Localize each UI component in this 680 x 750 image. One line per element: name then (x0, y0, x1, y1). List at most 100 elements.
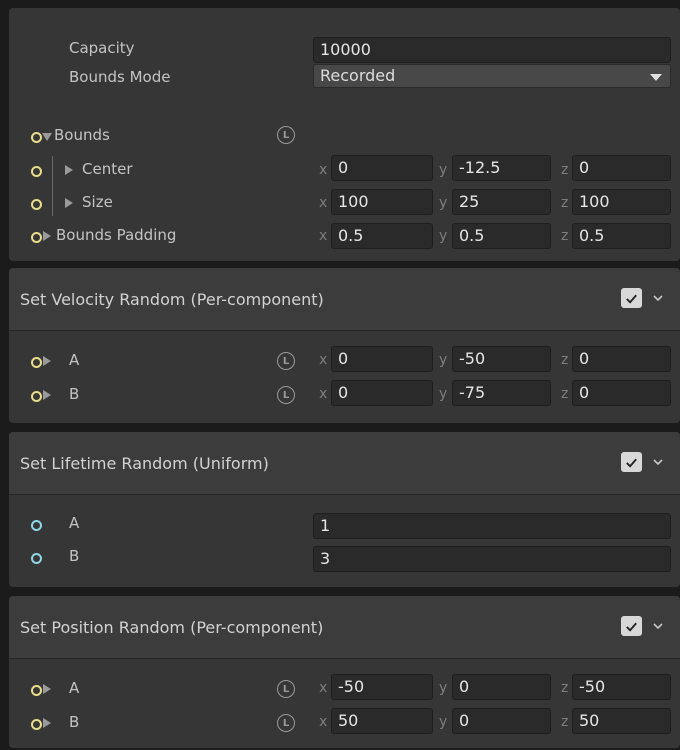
x-axis-label: x (319, 162, 328, 178)
velocity-b-x-field[interactable]: 0 (331, 380, 433, 406)
position-a-label: A (69, 679, 80, 697)
z-axis-label: z (561, 714, 569, 730)
port-icon[interactable] (31, 520, 42, 531)
capacity-input[interactable]: 10000 (313, 37, 671, 63)
expand-right-icon[interactable] (43, 718, 51, 728)
y-axis-label: y (439, 714, 448, 730)
expand-down-icon[interactable] (42, 133, 52, 141)
velocity-block-header[interactable]: Set Velocity Random (Per-component) (9, 268, 680, 331)
position-a-x-field[interactable]: -50 (331, 674, 433, 700)
lifetime-b-field[interactable]: 3 (313, 546, 671, 572)
y-axis-label: y (439, 386, 448, 402)
x-axis-label: x (319, 714, 328, 730)
center-x-field[interactable]: 0 (331, 155, 433, 181)
lock-icon[interactable]: L (277, 714, 295, 732)
lock-icon[interactable]: L (277, 352, 295, 370)
position-b-label: B (69, 713, 80, 731)
velocity-a-x-field[interactable]: 0 (331, 346, 433, 372)
size-y-field[interactable]: 25 (452, 189, 551, 215)
bounds-padding-label: Bounds Padding (56, 226, 177, 244)
bounds-mode-dropdown[interactable]: Recorded (313, 64, 671, 88)
velocity-block: Set Velocity Random (Per-component) A L … (9, 268, 680, 423)
block-title: Set Position Random (Per-component) (20, 618, 324, 637)
position-a-z-field[interactable]: -50 (572, 674, 671, 700)
port-icon[interactable] (31, 199, 42, 210)
lifetime-block: Set Lifetime Random (Uniform) A 1 B 3 (9, 432, 680, 587)
velocity-b-label: B (69, 385, 80, 403)
block-title: Set Velocity Random (Per-component) (20, 290, 324, 309)
expand-right-icon[interactable] (65, 198, 73, 208)
port-icon[interactable] (31, 553, 42, 564)
size-z-field[interactable]: 100 (572, 189, 671, 215)
initialize-panel: Capacity 10000 Bounds Mode Recorded Boun… (9, 8, 680, 261)
lifetime-block-header[interactable]: Set Lifetime Random (Uniform) (9, 432, 680, 495)
velocity-a-z-field[interactable]: 0 (572, 346, 671, 372)
center-label: Center (82, 160, 133, 178)
bounds-mode-value: Recorded (320, 66, 396, 85)
port-icon[interactable] (31, 232, 42, 243)
enable-checkbox[interactable] (621, 288, 642, 308)
enable-checkbox[interactable] (621, 452, 642, 472)
lock-icon[interactable]: L (277, 680, 295, 698)
check-icon (626, 458, 637, 468)
velocity-a-y-field[interactable]: -50 (452, 346, 551, 372)
port-icon[interactable] (31, 391, 42, 402)
expand-right-icon[interactable] (43, 231, 51, 241)
check-icon (626, 294, 637, 304)
bounds-label: Bounds (54, 126, 110, 144)
chevron-down-icon (650, 74, 662, 81)
y-axis-label: y (439, 352, 448, 368)
port-icon[interactable] (31, 719, 42, 730)
check-icon (626, 622, 637, 632)
center-z-field[interactable]: 0 (572, 155, 671, 181)
z-axis-label: z (561, 228, 569, 244)
port-icon[interactable] (31, 166, 42, 177)
padding-y-field[interactable]: 0.5 (452, 223, 551, 249)
port-icon[interactable] (31, 685, 42, 696)
expand-right-icon[interactable] (65, 165, 73, 175)
position-a-y-field[interactable]: 0 (452, 674, 551, 700)
expand-right-icon[interactable] (43, 684, 51, 694)
velocity-b-z-field[interactable]: 0 (572, 380, 671, 406)
padding-x-field[interactable]: 0.5 (331, 223, 433, 249)
velocity-b-y-field[interactable]: -75 (452, 380, 551, 406)
z-axis-label: z (561, 680, 569, 696)
position-b-z-field[interactable]: 50 (572, 708, 671, 734)
z-axis-label: z (561, 386, 569, 402)
position-b-x-field[interactable]: 50 (331, 708, 433, 734)
x-axis-label: x (319, 680, 328, 696)
chevron-down-icon[interactable] (652, 620, 664, 632)
size-x-field[interactable]: 100 (331, 189, 433, 215)
bounds-mode-label: Bounds Mode (69, 68, 171, 86)
z-axis-label: z (561, 352, 569, 368)
tree-line (52, 156, 53, 216)
position-b-y-field[interactable]: 0 (452, 708, 551, 734)
port-icon[interactable] (31, 132, 42, 143)
x-axis-label: x (319, 352, 328, 368)
lifetime-b-label: B (69, 547, 80, 565)
position-block: Set Position Random (Per-component) A L … (9, 596, 680, 748)
velocity-a-label: A (69, 351, 80, 369)
chevron-down-icon[interactable] (652, 292, 664, 304)
lifetime-a-label: A (69, 514, 80, 532)
center-y-field[interactable]: -12.5 (452, 155, 551, 181)
expand-right-icon[interactable] (43, 356, 51, 366)
z-axis-label: z (561, 195, 569, 211)
lock-icon[interactable]: L (277, 386, 295, 404)
chevron-down-icon[interactable] (652, 456, 664, 468)
capacity-label: Capacity (69, 39, 135, 57)
size-label: Size (82, 193, 113, 211)
lifetime-a-field[interactable]: 1 (313, 513, 671, 539)
x-axis-label: x (319, 195, 328, 211)
lock-icon[interactable]: L (277, 126, 295, 144)
expand-right-icon[interactable] (43, 390, 51, 400)
block-title: Set Lifetime Random (Uniform) (20, 454, 269, 473)
port-icon[interactable] (31, 357, 42, 368)
enable-checkbox[interactable] (621, 616, 642, 636)
y-axis-label: y (439, 162, 448, 178)
y-axis-label: y (439, 680, 448, 696)
z-axis-label: z (561, 162, 569, 178)
padding-z-field[interactable]: 0.5 (572, 223, 671, 249)
x-axis-label: x (319, 386, 328, 402)
position-block-header[interactable]: Set Position Random (Per-component) (9, 596, 680, 659)
